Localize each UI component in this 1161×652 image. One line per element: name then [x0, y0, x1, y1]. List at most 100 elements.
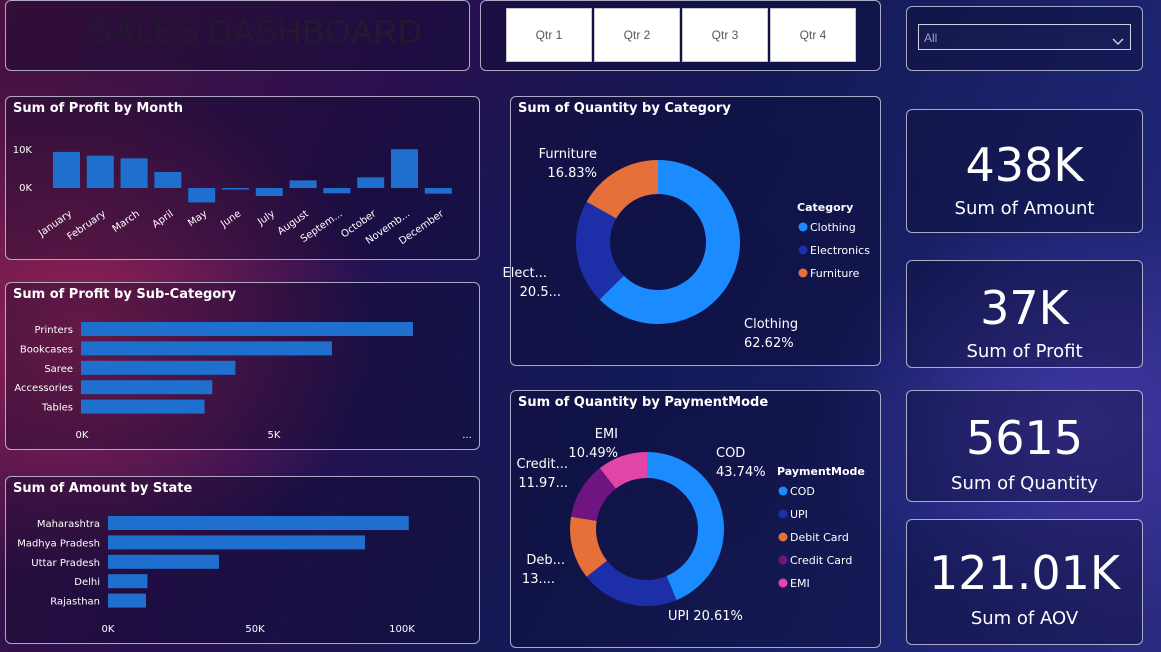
bar [108, 535, 365, 550]
dropdown-selected-value: All [924, 31, 938, 45]
profit-by-month-panel: Sum of Profit by Month 10K 0K January Febru… [5, 96, 480, 260]
data-label: 10.49% [568, 446, 618, 461]
donut-slice [586, 560, 677, 606]
bar [81, 360, 236, 375]
x-tick-label: 100K [389, 624, 415, 635]
data-label: 16.83% [547, 166, 597, 181]
legend-label: Debit Card [790, 531, 849, 544]
bar [289, 180, 317, 188]
data-label: EMI [595, 427, 618, 442]
data-label: 11.97... [518, 476, 568, 491]
data-label: Furniture [539, 147, 597, 162]
y-tick-label: Uttar Pradesh [31, 558, 100, 569]
kpi-label: Sum of AOV [970, 608, 1079, 629]
legend-label: Clothing [810, 221, 856, 234]
bar [222, 188, 249, 190]
legend-marker [778, 509, 788, 519]
legend-marker [798, 268, 808, 278]
y-tick-label: Tables [41, 403, 73, 414]
kpi-card-amount: 438K Sum of Amount [906, 109, 1143, 233]
x-tick-label: 0K [102, 624, 115, 635]
x-tick-label: ... [462, 430, 472, 441]
y-tick-label: Saree [44, 364, 73, 375]
amount-by-state-panel: Sum of Amount by State Maharashtra Madhya… [5, 476, 480, 644]
data-label: Elect... [503, 266, 547, 281]
legend-marker [778, 486, 788, 496]
legend-marker [778, 555, 788, 565]
legend-marker [798, 222, 808, 232]
x-tick-label: July [255, 208, 277, 228]
legend-label: COD [790, 485, 815, 498]
bar [108, 516, 409, 530]
bar [86, 155, 114, 188]
y-tick-label: Madhya Pradesh [17, 538, 100, 549]
qtr-1-button[interactable]: Qtr 1 [506, 8, 592, 62]
profit-by-month-chart: 10K0KJanuaryFebruary March April May June Jul… [13, 145, 452, 247]
bar [108, 574, 148, 589]
data-label: 43.74% [716, 465, 766, 480]
bar [108, 593, 146, 608]
bar [154, 172, 182, 188]
data-label: 13.... [522, 572, 555, 587]
legend-marker [798, 245, 808, 255]
kpi-value: 121.01K [928, 546, 1121, 600]
bar [323, 188, 351, 194]
x-tick-label: June [218, 208, 243, 230]
data-label: Clothing [744, 317, 798, 332]
data-label: 20.5... [520, 285, 561, 300]
x-tick-label: 0K [76, 430, 89, 441]
state-slicer: All [906, 6, 1143, 71]
legend-label: Electronics [810, 244, 870, 257]
bar [357, 177, 385, 188]
bar [188, 188, 216, 203]
y-tick-label: Printers [35, 325, 73, 336]
legend-marker [778, 532, 788, 542]
y-tick-label: Rajasthan [50, 597, 100, 608]
data-label: UPI 20.61% [668, 609, 743, 624]
x-tick-label: May [186, 208, 209, 229]
qtr-2-button[interactable]: Qtr 2 [594, 8, 680, 62]
legend-label: Credit Card [790, 554, 852, 567]
donut-slice [647, 452, 725, 601]
y-tick-label: Accessories [14, 383, 73, 394]
state-dropdown[interactable]: All [918, 24, 1131, 50]
x-tick-label: 5K [268, 430, 281, 441]
kpi-card-quantity: 5615 Sum of Quantity [906, 390, 1143, 502]
kpi-value: 37K [980, 281, 1069, 335]
qtr-3-button[interactable]: Qtr 3 [682, 8, 768, 62]
kpi-value: 438K [965, 138, 1084, 192]
data-label: 62.62% [744, 336, 794, 351]
bar [120, 158, 148, 188]
bar [424, 188, 452, 194]
bar [81, 380, 213, 395]
data-label: Credit... [517, 457, 569, 472]
y-tick-label: Bookcases [20, 344, 73, 355]
qtr-4-button[interactable]: Qtr 4 [770, 8, 856, 62]
x-tick-label: February [65, 208, 108, 242]
quantity-by-category-panel: Sum of Quantity by Category Clothing 62.6… [503, 96, 881, 366]
bar [108, 554, 219, 569]
legend-label: EMI [790, 577, 810, 590]
kpi-label: Sum of Amount [954, 198, 1095, 219]
profit-by-subcategory-chart: Printers Bookcases Saree Accessories Tables 0… [14, 322, 472, 441]
y-tick-label: 0K [19, 183, 32, 194]
profit-by-subcategory-panel: Sum of Profit by Sub-Category Printers Bo… [5, 282, 480, 450]
bar [255, 188, 283, 196]
quarter-slicer: Qtr 1 Qtr 2 Qtr 3 Qtr 4 [480, 0, 881, 71]
data-label: Deb... [526, 553, 565, 568]
kpi-label: Sum of Profit [966, 341, 1083, 362]
x-tick-label: April [151, 208, 176, 230]
kpi-value: 5615 [965, 411, 1084, 465]
legend-label: UPI [790, 508, 808, 521]
x-tick-label: March [111, 208, 142, 234]
dashboard-title: SALES DASHBOARD [90, 13, 423, 50]
legend-marker [778, 578, 788, 588]
bar [81, 322, 413, 336]
bar [81, 399, 205, 414]
kpi-label: Sum of Quantity [951, 473, 1098, 494]
data-label: COD [716, 446, 745, 461]
amount-by-state-chart: Maharashtra Madhya Pradesh Uttar Pradesh De… [17, 516, 415, 635]
legend-label: Furniture [810, 267, 860, 280]
legend-title: PaymentMode [777, 465, 865, 478]
kpi-card-profit: 37K Sum of Profit [906, 260, 1143, 368]
